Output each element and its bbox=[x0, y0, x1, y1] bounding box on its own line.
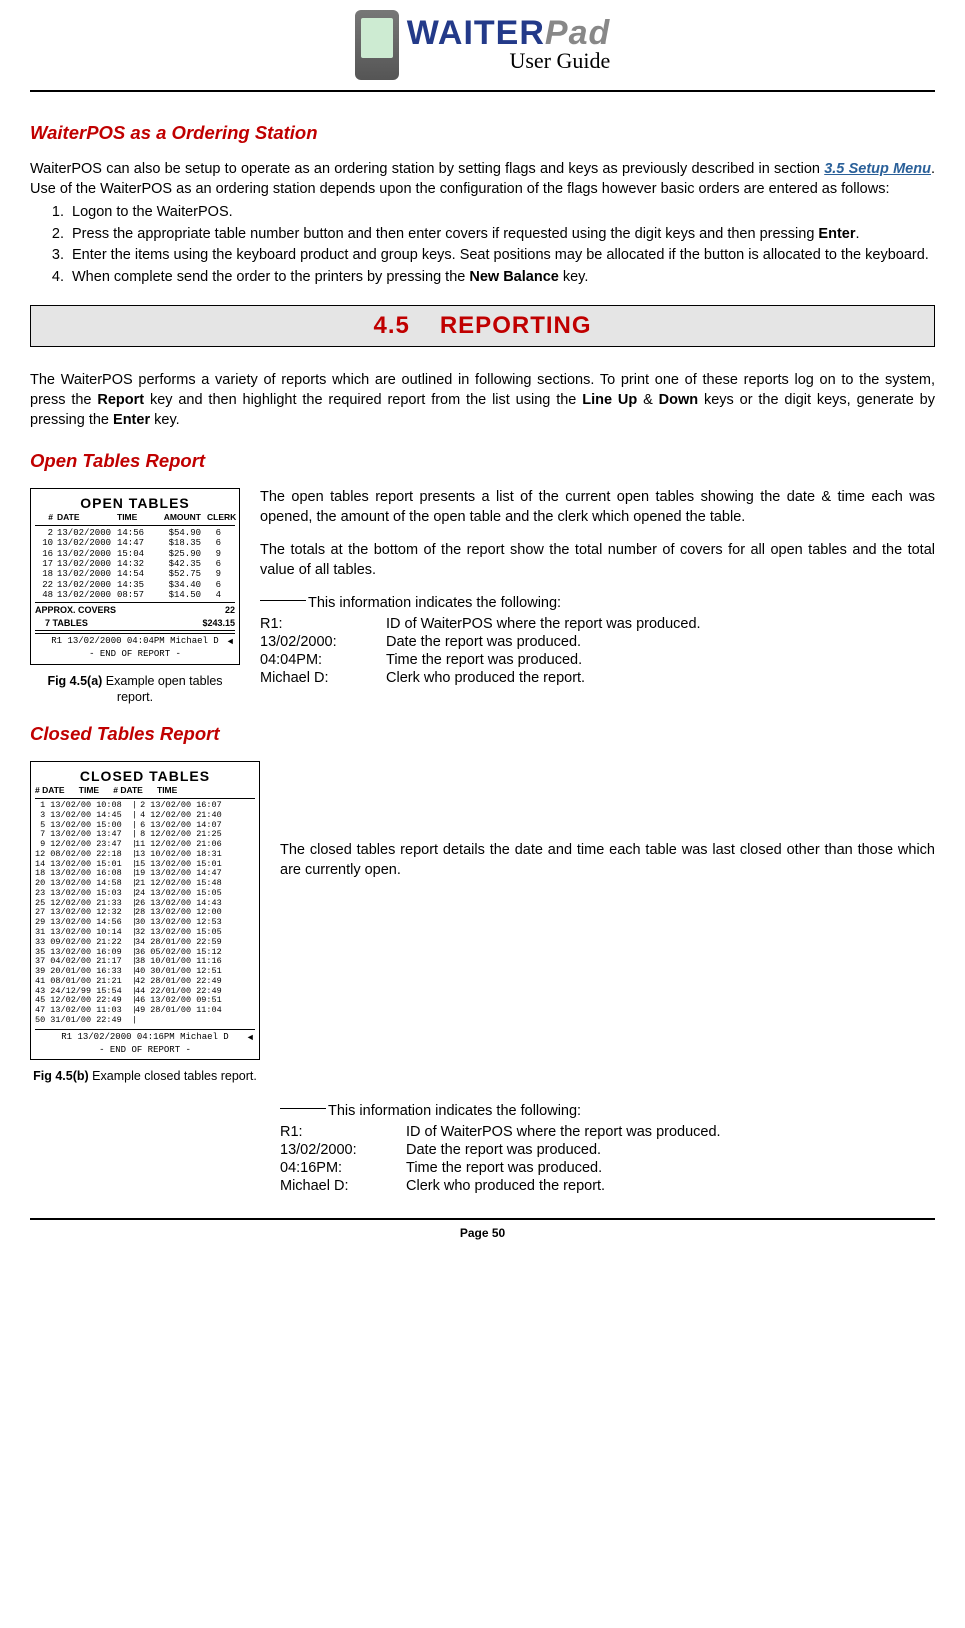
fig-open-footline: R1 13/02/2000 04:04PM Michael D ◄ bbox=[35, 633, 235, 646]
chapter-title: REPORTING bbox=[440, 312, 592, 339]
open-table-row: 1813/02/200014:54$52.759 bbox=[35, 569, 235, 579]
ordering-step: Press the appropriate table number butto… bbox=[68, 225, 935, 245]
fig-open-caption: Fig 4.5(a) Example open tables report. bbox=[30, 673, 240, 706]
section-title-closed: Closed Tables Report bbox=[30, 723, 935, 745]
fig-open-title: OPEN TABLES bbox=[35, 495, 235, 511]
pda-icon bbox=[355, 10, 399, 80]
open-table-row: 1613/02/200015:04$25.909 bbox=[35, 549, 235, 559]
fig-closed-footline: R1 13/02/2000 04:16PM Michael D ◄ bbox=[35, 1029, 255, 1042]
leader-line-icon bbox=[260, 600, 306, 601]
section-title-open: Open Tables Report bbox=[30, 450, 935, 472]
fig-closed-title: CLOSED TABLES bbox=[35, 768, 255, 784]
open-para2: The totals at the bottom of the report s… bbox=[260, 541, 935, 580]
closed-info-lead: This information indicates the following… bbox=[280, 1102, 935, 1122]
ordering-step: Enter the items using the keyboard produ… bbox=[68, 246, 935, 266]
open-table-row: 4813/02/200008:57$14.504 bbox=[35, 590, 235, 600]
page-header: WAITERPad User Guide bbox=[30, 10, 935, 92]
open-table-row: 2213/02/200014:35$34.406 bbox=[35, 580, 235, 590]
brand-sub: Pad bbox=[545, 14, 610, 52]
setup-menu-link[interactable]: 3.5 Setup Menu bbox=[824, 161, 931, 177]
fig-closed-end: - END OF REPORT - bbox=[35, 1045, 255, 1055]
brand-main: WAITER bbox=[407, 14, 545, 52]
closed-tables-figure: CLOSED TABLES # DATE TIME # DATE TIME 1 … bbox=[30, 761, 260, 1060]
open-table-row: 1713/02/200014:32$42.356 bbox=[35, 559, 235, 569]
fig-closed-caption: Fig 4.5(b) Example closed tables report. bbox=[30, 1068, 260, 1084]
open-info-lead: This information indicates the following… bbox=[260, 594, 935, 614]
section-title-ordering: WaiterPOS as a Ordering Station bbox=[30, 122, 935, 144]
ordering-intro: WaiterPOS can also be setup to operate a… bbox=[30, 160, 935, 199]
ordering-step: Logon to the WaiterPOS. bbox=[68, 203, 935, 223]
ordering-steps: Logon to the WaiterPOS.Press the appropr… bbox=[30, 203, 935, 287]
fig-open-end: - END OF REPORT - bbox=[35, 649, 235, 659]
open-table-row: 1013/02/200014:47$18.356 bbox=[35, 538, 235, 548]
ordering-step: When complete send the order to the prin… bbox=[68, 268, 935, 288]
open-tables-figure: OPEN TABLES #DATETIMEAMOUNTCLERK 213/02/… bbox=[30, 488, 240, 665]
fig-closed-header: # DATE TIME # DATE TIME bbox=[35, 786, 255, 799]
open-table-row: 213/02/200014:56$54.906 bbox=[35, 528, 235, 538]
leader-line-icon bbox=[280, 1108, 326, 1109]
closed-para1: The closed tables report details the dat… bbox=[280, 841, 935, 880]
chapter-number: 4.5 bbox=[373, 312, 409, 339]
open-para1: The open tables report presents a list o… bbox=[260, 488, 935, 527]
chapter-bar: 4.5 REPORTING bbox=[30, 305, 935, 347]
reporting-intro: The WaiterPOS performs a variety of repo… bbox=[30, 371, 935, 430]
closed-table-row: 50 31/01/00 22:49 | bbox=[35, 1016, 255, 1026]
page-footer: Page 50 bbox=[30, 1218, 935, 1240]
